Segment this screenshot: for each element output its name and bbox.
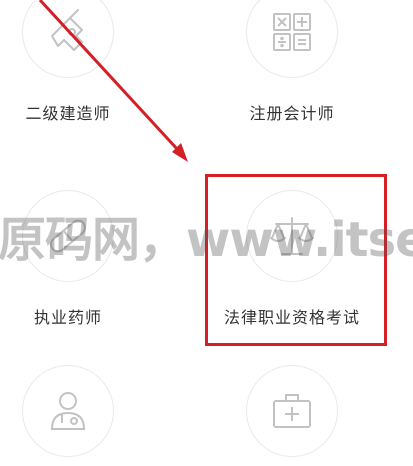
watermark-text: 原码网，www.itsear. — [0, 212, 413, 268]
